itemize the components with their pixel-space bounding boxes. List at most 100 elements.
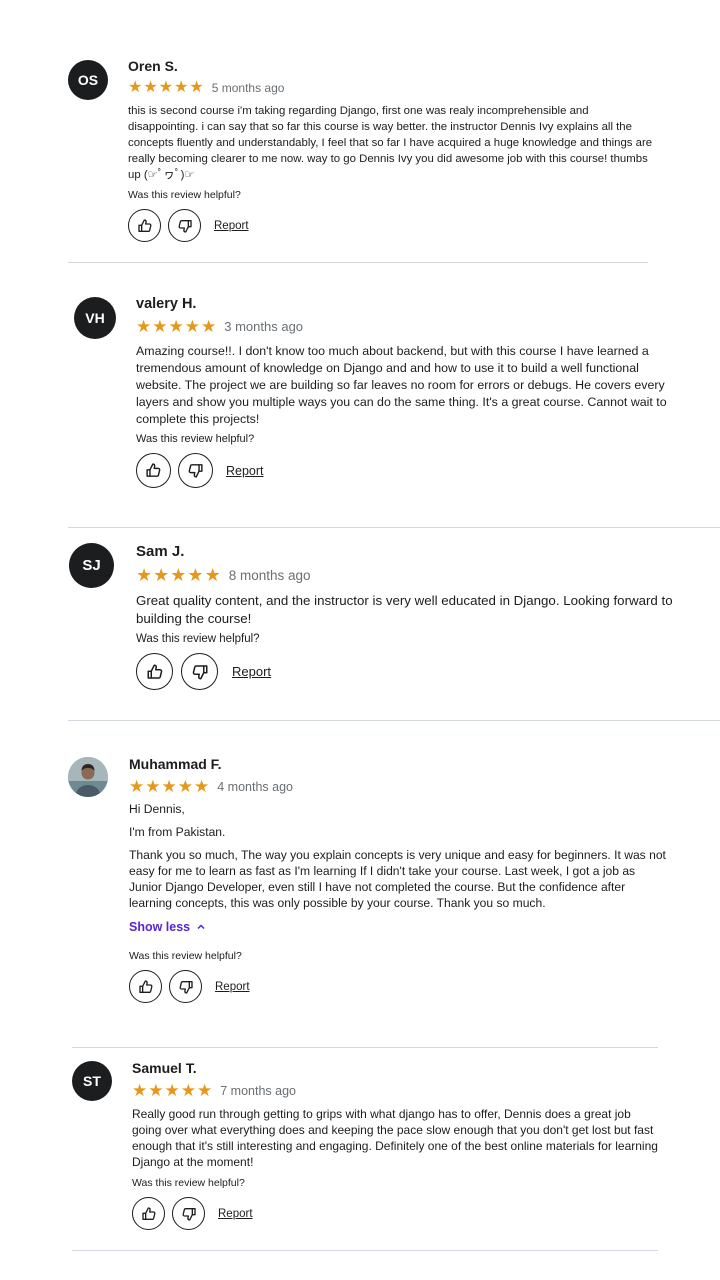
star-icon: ★ [136,317,152,336]
star-icon: ★ [164,1081,180,1100]
star-icon: ★ [148,1081,164,1100]
star-icon: ★ [132,1081,148,1100]
star-rating: ★ ★ ★ ★ ★ [136,566,221,584]
star-icon: ★ [187,565,204,585]
review-text: Great quality content, and the instructo… [136,592,709,628]
review-date: 3 months ago [224,319,304,334]
star-icon: ★ [197,1081,213,1100]
star-icon: ★ [152,317,168,336]
star-icon: ★ [143,79,158,96]
divider [68,720,720,721]
report-link[interactable]: Report [214,220,249,232]
thumbs-up-button[interactable] [136,653,173,690]
thumbs-down-icon [179,980,193,994]
thumbs-up-button[interactable] [129,970,162,1003]
profile-photo-icon [68,757,108,797]
star-icon: ★ [158,79,174,96]
review-date: 8 months ago [228,567,311,583]
review-paragraph: I'm from Pakistan. [129,825,226,839]
show-less-label: Show less [129,920,191,934]
star-icon: ★ [128,79,143,96]
star-rating: ★ ★ ★ ★ ★ [129,778,209,795]
thumbs-down-icon [178,219,192,233]
thumbs-down-button[interactable] [168,209,201,242]
review-paragraph: Hi Dennis, [129,802,185,816]
reviewer-name: Samuel T. [132,1060,197,1076]
review-paragraph: Thank you so much, The way you explain c… [129,848,666,910]
review-card: VH valery H. ★ ★ ★ ★ ★ 3 months ago Amaz… [74,296,686,496]
reviewer-name: Oren S. [128,58,178,74]
review-card: ST Samuel T. ★ ★ ★ ★ ★ 7 months ago Real… [72,1060,658,1240]
star-icon: ★ [136,565,153,585]
thumbs-up-button[interactable] [128,209,161,242]
show-less-button[interactable]: Show less [129,920,668,934]
star-icon: ★ [180,1081,196,1100]
review-paragraph: this is second course i'm taking regardi… [128,105,653,181]
report-link[interactable]: Report [218,1208,253,1220]
star-icon: ★ [204,565,221,585]
star-icon: ★ [168,317,184,336]
reviewer-name: Muhammad F. [129,756,222,772]
review-text: this is second course i'm taking regardi… [128,103,658,183]
star-icon: ★ [177,777,193,796]
reviewer-name: valery H. [136,296,197,312]
review-card: Muhammad F. ★ ★ ★ ★ ★ 4 months ago Hi De… [68,756,668,1016]
review-date: 4 months ago [217,779,293,794]
chevron-up-icon [197,924,205,930]
star-icon: ★ [170,565,187,585]
divider [72,1250,658,1251]
avatar: OS [68,60,108,100]
thumbs-down-icon [188,464,203,478]
thumbs-down-button[interactable] [178,453,213,488]
star-icon: ★ [201,317,217,336]
review-date: 7 months ago [220,1083,296,1098]
review-card: OS Oren S. ★ ★ ★ ★ ★ 5 months ago this i… [68,58,658,248]
star-rating: ★ ★ ★ ★ ★ [136,318,216,335]
thumbs-down-button[interactable] [172,1197,205,1230]
helpful-prompt: Was this review helpful? [132,1177,245,1189]
divider [68,262,648,263]
thumbs-up-icon [146,463,161,477]
avatar: SJ [69,543,114,588]
star-icon: ★ [189,79,204,96]
helpful-prompt: Was this review helpful? [128,189,241,201]
thumbs-down-button[interactable] [169,970,202,1003]
review-text: Amazing course!!. I don't know too much … [136,343,686,428]
divider [72,1047,658,1048]
report-link[interactable]: Report [215,981,250,993]
review-paragraph: Great quality content, and the instructo… [136,593,673,626]
review-date: 5 months ago [211,81,285,95]
thumbs-down-icon [192,664,207,679]
review-card: SJ Sam J. ★ ★ ★ ★ ★ 8 months ago Great q… [69,543,709,703]
review-text: Hi Dennis, I'm from Pakistan. Thank you … [129,801,668,911]
reviewer-name: Sam J. [136,543,185,560]
avatar: VH [74,297,116,339]
thumbs-up-icon [147,664,162,679]
review-paragraph: Amazing course!!. I don't know too much … [136,344,667,426]
report-link[interactable]: Report [232,664,271,679]
report-link[interactable]: Report [226,464,264,478]
helpful-prompt: Was this review helpful? [136,633,260,645]
star-icon: ★ [145,777,161,796]
review-text: Really good run through getting to grips… [132,1106,658,1170]
star-icon: ★ [184,317,200,336]
thumbs-up-icon [137,218,151,232]
helpful-prompt: Was this review helpful? [136,433,255,445]
thumbs-up-button[interactable] [132,1197,165,1230]
review-paragraph: Really good run through getting to grips… [132,1107,658,1169]
avatar [68,757,108,797]
thumbs-down-icon [182,1207,196,1221]
helpful-prompt: Was this review helpful? [129,950,242,962]
thumbs-up-icon [138,979,152,993]
star-rating: ★ ★ ★ ★ ★ [132,1082,212,1099]
thumbs-down-button[interactable] [181,653,218,690]
thumbs-up-button[interactable] [136,453,171,488]
thumbs-up-icon [141,1206,155,1220]
star-icon: ★ [161,777,177,796]
divider [68,527,720,528]
star-icon: ★ [194,777,210,796]
star-icon: ★ [174,79,189,96]
avatar: ST [72,1061,112,1101]
star-icon: ★ [129,777,145,796]
star-rating: ★ ★ ★ ★ ★ [128,80,204,96]
